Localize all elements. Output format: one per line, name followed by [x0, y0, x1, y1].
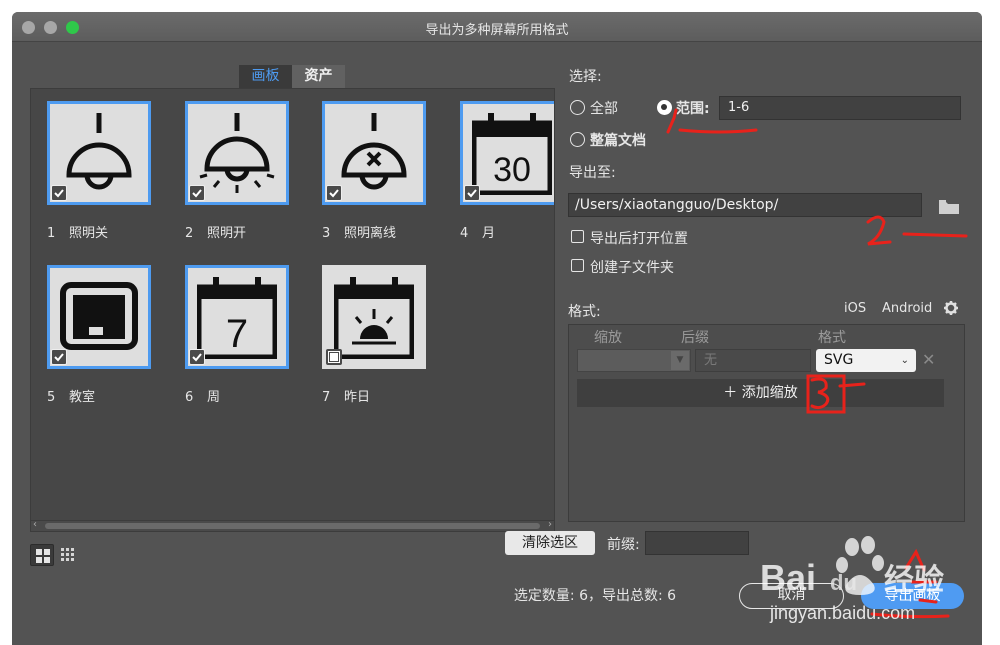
calendar-7-icon: 7: [197, 277, 277, 359]
calendar-week-number: 7: [226, 312, 248, 356]
format-dropdown[interactable]: SVG ⌄: [816, 349, 916, 372]
artboard-label-3: 3 照明离线: [322, 226, 397, 241]
prefix-input[interactable]: [645, 531, 749, 555]
cancel-button[interactable]: 取消: [739, 583, 844, 609]
clear-selection-button[interactable]: 清除选区: [505, 531, 595, 555]
artboard-thumb-1[interactable]: [47, 101, 151, 205]
column-scale-header: 缩放: [594, 330, 622, 346]
horizontal-scrollbar[interactable]: ‹ ›: [30, 519, 555, 532]
list-view-icon: [61, 548, 74, 561]
checkbox-checked-icon[interactable]: [326, 185, 342, 201]
add-scale-button[interactable]: ＋ 添加缩放: [577, 379, 944, 407]
lamp-offline-icon: [341, 113, 407, 190]
radio-range[interactable]: [657, 100, 672, 115]
tab-artboards[interactable]: 画板: [239, 65, 292, 88]
folder-icon[interactable]: [939, 200, 959, 214]
radio-whole-document[interactable]: [570, 132, 585, 147]
list-view-button[interactable]: [56, 544, 80, 566]
tab-assets[interactable]: 资产: [292, 65, 345, 88]
calendar-30-icon: 30: [472, 113, 552, 195]
calendar-sunset-icon: [334, 277, 414, 359]
radio-whole-document-label: 整篇文档: [590, 133, 646, 149]
export-artboards-button[interactable]: 导出画板: [861, 583, 964, 609]
radio-all[interactable]: [570, 100, 585, 115]
radio-all-label: 全部: [590, 101, 618, 117]
scroll-left-icon[interactable]: ‹: [33, 519, 37, 530]
grid-view-icon: [36, 549, 50, 563]
checkbox-checked-icon[interactable]: [51, 349, 67, 365]
create-subfolder-label: 创建子文件夹: [590, 260, 674, 276]
artboard-thumb-4[interactable]: 30: [460, 101, 554, 205]
scrollbar-thumb[interactable]: [45, 523, 540, 529]
scroll-right-icon[interactable]: ›: [548, 519, 552, 530]
artboard-label-6: 6周: [185, 390, 221, 405]
export-dialog: 导出为多种屏幕所用格式 画板 资产 30 1 照明关 2 照明开 3 照明离线 …: [12, 12, 982, 645]
artboard-label-5: 5 教室: [47, 390, 96, 405]
gear-icon[interactable]: [944, 301, 958, 315]
checkbox-checked-icon[interactable]: [189, 349, 205, 365]
prefix-label: 前缀:: [607, 537, 640, 553]
artboard-label-7: 7 昨日: [322, 390, 371, 405]
checkbox-checked-icon[interactable]: [51, 185, 67, 201]
plus-icon: ＋: [723, 385, 738, 401]
checkbox-unchecked-icon[interactable]: [326, 349, 342, 365]
artboard-label-1: 1 照明关: [47, 226, 109, 241]
title-bar: 导出为多种屏幕所用格式: [12, 12, 982, 42]
artboard-thumb-6[interactable]: 7: [185, 265, 289, 369]
artboard-label-2: 2 照明开: [185, 226, 247, 241]
scale-dropdown[interactable]: ▼: [577, 349, 691, 372]
select-label: 选择:: [569, 69, 602, 85]
artboard-thumb-7[interactable]: [322, 265, 426, 369]
calendar-month-number: 30: [493, 151, 531, 189]
chevron-down-icon: ▼: [671, 351, 689, 370]
grid-view-button[interactable]: [30, 544, 54, 566]
open-after-export-checkbox[interactable]: [571, 230, 584, 243]
suffix-input[interactable]: 无: [695, 349, 811, 372]
export-path-input[interactable]: /Users/xiaotangguo/Desktop/: [568, 193, 922, 217]
checkbox-checked-icon[interactable]: [464, 185, 480, 201]
formats-label: 格式:: [568, 304, 601, 320]
ios-preset-button[interactable]: iOS: [844, 301, 866, 316]
create-subfolder-checkbox[interactable]: [571, 259, 584, 272]
lamp-on-icon: [199, 113, 275, 193]
open-after-export-label: 导出后打开位置: [590, 231, 688, 247]
checkbox-checked-icon[interactable]: [189, 185, 205, 201]
artboard-thumb-3[interactable]: [322, 101, 426, 205]
artboard-thumb-5[interactable]: [47, 265, 151, 369]
column-format-header: 格式: [818, 330, 846, 346]
android-preset-button[interactable]: Android: [882, 301, 932, 316]
remove-scale-icon[interactable]: ✕: [922, 350, 935, 369]
export-to-label: 导出至:: [569, 165, 616, 181]
lamp-off-icon: [66, 113, 132, 190]
chevron-down-icon: ⌄: [900, 355, 909, 366]
radio-range-label: 范围:: [676, 101, 710, 117]
artboard-label-4: 4月: [460, 226, 496, 241]
artboard-thumb-2[interactable]: [185, 101, 289, 205]
classroom-board-icon: [60, 282, 138, 350]
tab-bar: 画板 资产: [239, 65, 345, 88]
range-input[interactable]: 1-6: [719, 96, 961, 120]
artboard-grid: 30 1 照明关 2 照明开 3 照明离线 4月 7 5 教室 6 周 7 昨日: [30, 88, 555, 523]
window-title: 导出为多种屏幕所用格式: [425, 23, 569, 38]
column-suffix-header: 后缀: [681, 330, 709, 346]
